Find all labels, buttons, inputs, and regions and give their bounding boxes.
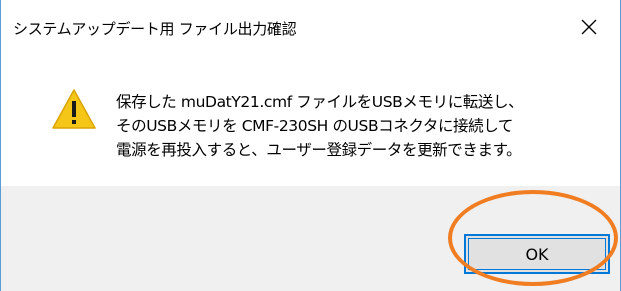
dialog-title: システムアップデート用 ファイル出力確認	[13, 20, 297, 38]
message-line: 保存した muDatY21.cmf ファイルをUSBメモリに転送し、	[116, 93, 524, 111]
message-line: 電源を再投入すると、ユーザー登録データを更新できます。	[116, 141, 522, 159]
ok-button[interactable]: OK	[464, 234, 610, 274]
message-line: そのUSBメモリを CMF-230SH のUSBコネクタに接続して	[116, 117, 513, 135]
button-bar: OK	[1, 186, 620, 291]
title-bar: システムアップデート用 ファイル出力確認	[1, 0, 620, 58]
message-text: 保存した muDatY21.cmf ファイルをUSBメモリに転送し、 そのUSB…	[116, 90, 524, 162]
message-area: 保存した muDatY21.cmf ファイルをUSBメモリに転送し、 そのUSB…	[1, 58, 620, 186]
warning-icon	[52, 89, 96, 129]
confirmation-dialog: システムアップデート用 ファイル出力確認 保存した muDatY21.cmf フ…	[0, 0, 621, 291]
close-button[interactable]	[572, 10, 606, 44]
close-icon	[581, 19, 597, 35]
